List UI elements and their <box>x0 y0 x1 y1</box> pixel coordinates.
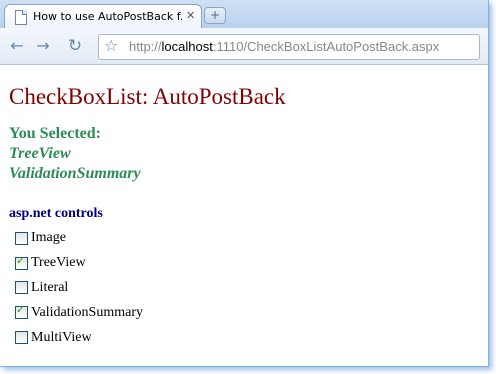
page-heading: CheckBoxList: AutoPostBack <box>9 84 286 109</box>
checkbox-label[interactable]: Image <box>31 230 66 246</box>
checkbox-item[interactable]: MultiView <box>15 325 286 350</box>
checkbox[interactable] <box>15 281 28 295</box>
address-bar[interactable]: ☆ http://localhost:1110/CheckBoxListAuto… <box>98 34 480 60</box>
checkbox-label[interactable]: Literal <box>31 280 68 296</box>
checkbox-label[interactable]: ValidationSummary <box>31 305 143 321</box>
url-prefix: http:// <box>129 39 162 54</box>
checkbox-label[interactable]: TreeView <box>31 255 86 271</box>
checkbox[interactable] <box>15 303 28 320</box>
page-icon <box>15 10 27 25</box>
url-text: http://localhost:1110/CheckBoxListAutoPo… <box>129 39 439 54</box>
url-host: localhost <box>161 39 213 54</box>
controls-heading: asp.net controls <box>9 206 103 221</box>
checkbox[interactable] <box>15 231 28 245</box>
reload-icon[interactable]: ↻ <box>66 37 84 55</box>
tab-bar: How to use AutoPostBack f... ✕ + <box>0 0 488 29</box>
checkbox-item[interactable]: Literal <box>15 276 286 301</box>
checkbox-item[interactable]: ValidationSummary <box>15 300 286 325</box>
browser-window: How to use AutoPostBack f... ✕ + ← → ↻ ☆… <box>0 0 489 367</box>
checkbox[interactable] <box>15 331 28 345</box>
checkbox-item[interactable]: TreeView <box>15 251 286 276</box>
selected-heading: You Selected: <box>9 125 101 142</box>
selected-item: ValidationSummary <box>9 165 141 182</box>
browser-tab[interactable]: How to use AutoPostBack f... ✕ <box>4 4 202 29</box>
checkbox-list: Image TreeView Literal ValidationSummary… <box>15 226 286 350</box>
forward-arrow-icon[interactable]: → <box>34 37 52 55</box>
tab-title: How to use AutoPostBack f... <box>33 10 183 23</box>
checkbox-label[interactable]: MultiView <box>31 330 92 346</box>
back-arrow-icon[interactable]: ← <box>8 37 26 55</box>
new-tab-icon[interactable]: + <box>204 7 226 24</box>
url-path: :1110/CheckBoxListAutoPostBack.aspx <box>212 39 440 54</box>
close-icon[interactable]: ✕ <box>186 9 195 22</box>
selected-item: TreeView <box>9 145 71 162</box>
checkbox-item[interactable]: Image <box>15 226 286 251</box>
page-content: CheckBoxList: AutoPostBack You Selected:… <box>9 84 286 350</box>
toolbar: ← → ↻ ☆ http://localhost:1110/CheckBoxLi… <box>0 28 488 65</box>
star-icon[interactable]: ☆ <box>104 37 118 55</box>
checkbox[interactable] <box>15 254 28 270</box>
